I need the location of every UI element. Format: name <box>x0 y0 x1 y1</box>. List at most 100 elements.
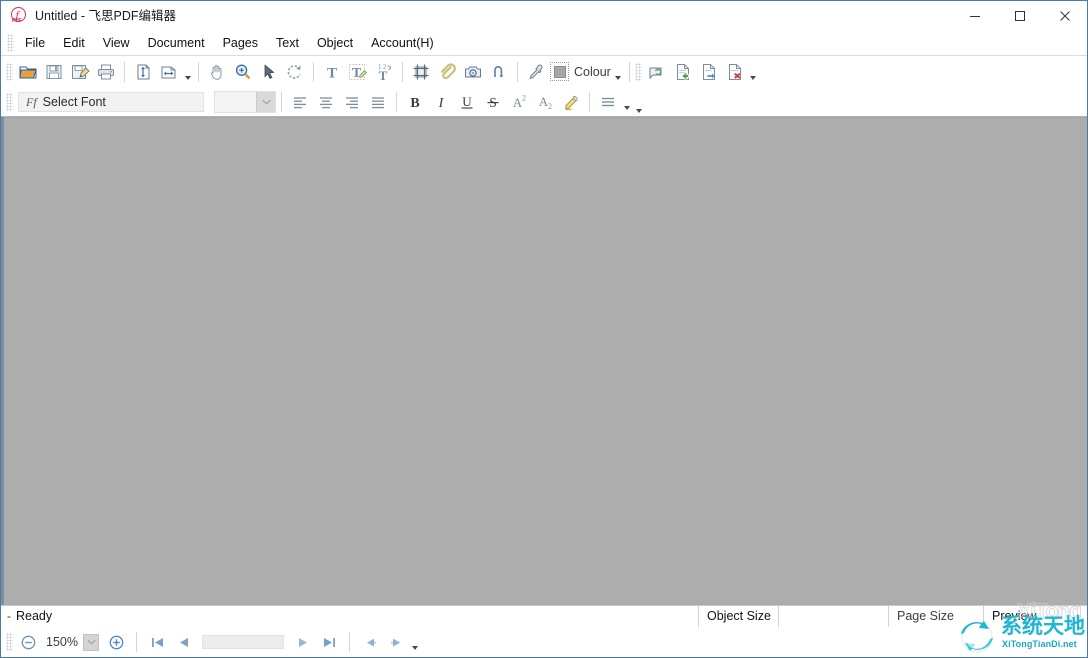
watermark-english-text: XiTongTianDi.net <box>1002 639 1077 650</box>
add-text-icon[interactable]: T <box>319 59 345 85</box>
bottom-separator <box>349 632 350 652</box>
forward-view-icon[interactable] <box>383 629 409 655</box>
open-icon[interactable] <box>15 59 41 85</box>
first-page-icon[interactable] <box>144 629 170 655</box>
colour-dropdown-caret[interactable] <box>613 59 624 85</box>
fit-dropdown-caret[interactable] <box>182 59 193 85</box>
snapshot-icon[interactable] <box>460 59 486 85</box>
zoom-chevron-down-icon[interactable] <box>83 634 99 651</box>
menu-object[interactable]: Object <box>308 31 362 55</box>
svg-text:B: B <box>410 96 419 111</box>
fit-width-icon[interactable] <box>156 59 182 85</box>
maximize-button[interactable] <box>997 1 1042 31</box>
preview-label: Preview <box>983 606 1035 627</box>
hand-tool-icon[interactable] <box>204 59 230 85</box>
page-size-label: Page Size <box>888 606 983 627</box>
bottom-toolbar-grip[interactable] <box>6 633 13 651</box>
bold-button[interactable]: B <box>402 89 428 115</box>
bottom-overflow-caret[interactable] <box>409 629 420 655</box>
menu-pages[interactable]: Pages <box>214 31 267 55</box>
highlight-icon[interactable] <box>558 89 584 115</box>
toolbar-separator <box>198 62 199 82</box>
fit-height-icon[interactable] <box>130 59 156 85</box>
italic-button[interactable]: I <box>428 89 454 115</box>
minimize-button[interactable] <box>952 1 997 31</box>
save-as-icon[interactable] <box>67 59 93 85</box>
print-icon[interactable] <box>93 59 119 85</box>
menu-view[interactable]: View <box>94 31 139 55</box>
pdf-app-icon: f PDF <box>10 7 28 25</box>
menu-text[interactable]: Text <box>267 31 308 55</box>
toolbar-separator <box>313 62 314 82</box>
main-toolbar: T T 1 2 T <box>1 56 1087 87</box>
zoom-level-value[interactable]: 150% <box>41 631 83 653</box>
toolbar-separator <box>629 62 630 82</box>
svg-text:T: T <box>379 68 388 82</box>
svg-text:2: 2 <box>522 93 526 102</box>
delete-page-icon[interactable] <box>722 59 748 85</box>
svg-text:T: T <box>327 65 337 81</box>
rotate-icon[interactable] <box>282 59 308 85</box>
format-toolbar-overflow-caret[interactable] <box>632 87 645 117</box>
document-canvas[interactable] <box>4 117 1087 605</box>
status-leading-dash: - <box>1 606 16 627</box>
back-view-icon[interactable] <box>357 629 383 655</box>
subscript-button[interactable]: A 2 <box>532 89 558 115</box>
toolbar-separator <box>402 62 403 82</box>
format-separator <box>281 92 282 112</box>
object-size-label: Object Size <box>698 606 778 627</box>
menu-file[interactable]: File <box>16 31 54 55</box>
document-canvas-area <box>1 117 1087 605</box>
page-ops-dropdown-caret[interactable] <box>748 59 759 85</box>
line-spacing-icon[interactable] <box>595 89 621 115</box>
attachment-icon[interactable] <box>434 59 460 85</box>
menu-document[interactable]: Document <box>139 31 214 55</box>
add-page-icon[interactable] <box>670 59 696 85</box>
menu-drag-grip[interactable] <box>7 34 14 52</box>
eyedropper-icon[interactable] <box>523 59 549 85</box>
window-title: Untitled - 飞思PDF编辑器 <box>35 1 176 31</box>
last-page-icon[interactable] <box>316 629 342 655</box>
link-icon[interactable] <box>486 59 512 85</box>
font-select[interactable]: Ff Select Font <box>18 92 204 112</box>
prev-page-icon[interactable] <box>170 629 196 655</box>
menu-account[interactable]: Account(H) <box>362 31 443 55</box>
save-icon[interactable] <box>41 59 67 85</box>
toolbar-drag-grip[interactable] <box>6 63 13 81</box>
page-number-input[interactable] <box>202 635 284 649</box>
next-page-icon[interactable] <box>290 629 316 655</box>
toolbar-separator <box>517 62 518 82</box>
text-order-icon[interactable]: 1 2 T <box>371 59 397 85</box>
superscript-button[interactable]: A 2 <box>506 89 532 115</box>
svg-text:2: 2 <box>548 102 552 111</box>
edit-text-icon[interactable]: T <box>345 59 371 85</box>
font-size-chevron-down-icon[interactable] <box>256 92 275 112</box>
colour-picker[interactable]: Colour <box>549 60 613 84</box>
menu-edit[interactable]: Edit <box>54 31 94 55</box>
align-left-icon[interactable] <box>287 89 313 115</box>
crop-icon[interactable] <box>408 59 434 85</box>
zoom-out-icon[interactable] <box>15 629 41 655</box>
extract-page-icon[interactable] <box>696 59 722 85</box>
zoom-in-icon[interactable] <box>103 629 129 655</box>
select-tool-icon[interactable] <box>256 59 282 85</box>
align-center-icon[interactable] <box>313 89 339 115</box>
refresh-page-icon[interactable] <box>644 59 670 85</box>
font-name-value: Select Font <box>43 95 106 109</box>
svg-text:I: I <box>438 96 445 111</box>
underline-button[interactable]: U <box>454 89 480 115</box>
colour-swatch <box>550 62 569 81</box>
toolbar-drag-grip-2[interactable] <box>635 63 642 81</box>
zoom-tool-icon[interactable] <box>230 59 256 85</box>
status-tail <box>1035 606 1087 627</box>
font-size-select[interactable] <box>214 91 276 113</box>
format-toolbar-grip[interactable] <box>6 93 13 111</box>
toolbar-separator <box>124 62 125 82</box>
colour-label: Colour <box>574 60 611 84</box>
align-justify-icon[interactable] <box>365 89 391 115</box>
title-bar: f PDF Untitled - 飞思PDF编辑器 <box>1 1 1087 31</box>
close-button[interactable] <box>1042 1 1087 31</box>
line-spacing-dropdown-caret[interactable] <box>621 89 632 115</box>
strikethrough-button[interactable]: S <box>480 89 506 115</box>
align-right-icon[interactable] <box>339 89 365 115</box>
